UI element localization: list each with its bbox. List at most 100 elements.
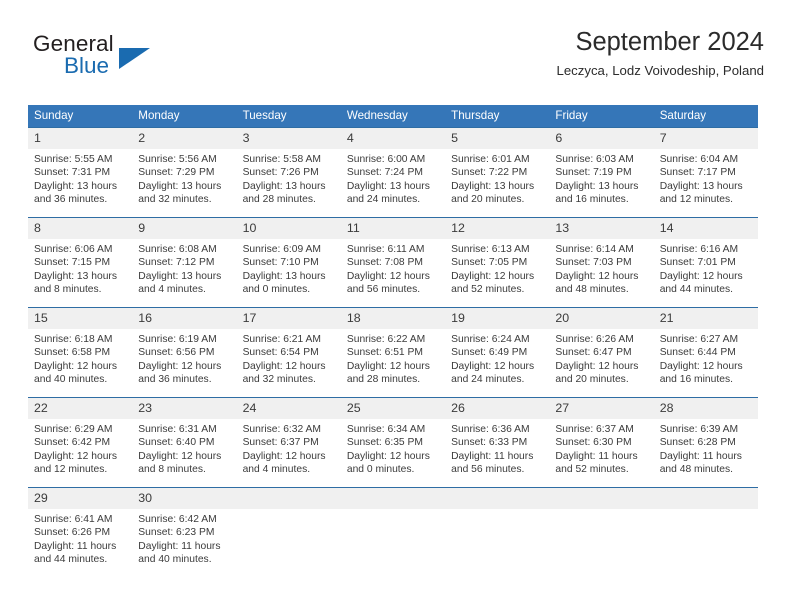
daylight-text-line2: and 4 minutes. [242, 464, 311, 476]
calendar-day-cell[interactable]: 7 Sunrise: 6:04 AM Sunset: 7:17 PM Daylight… [653, 126, 758, 217]
page-title: September 2024 [575, 28, 764, 56]
sunset-text: Sunset: 6:58 PM [34, 347, 111, 359]
calendar-day-cell[interactable]: 6 Sunrise: 6:03 AM Sunset: 7:19 PM Daylight… [549, 126, 654, 217]
calendar-day-cell[interactable]: 20 Sunrise: 6:26 AM Sunset: 6:47 PM Dayligh… [549, 306, 654, 397]
calendar-day-cell[interactable]: 5 Sunrise: 6:01 AM Sunset: 7:22 PM Daylight… [445, 126, 550, 217]
calendar-day-cell[interactable]: 21 Sunrise: 6:27 AM Sunset: 6:44 PM Dayligh… [653, 306, 758, 397]
daylight-text-line2: and 12 minutes. [34, 464, 108, 476]
daylight-text-line1: Daylight: 13 hours [555, 180, 639, 192]
sunset-text: Sunset: 7:10 PM [242, 257, 319, 269]
calendar-day-number: 21 [653, 307, 758, 329]
daylight-text-line1: Daylight: 13 hours [242, 180, 326, 192]
calendar-day-number: 18 [340, 307, 446, 329]
sun-times-calendar: Sunday Monday Tuesday Wednesday Thursday… [28, 105, 758, 577]
calendar-day-cell[interactable]: 25 Sunrise: 6:34 AM Sunset: 6:35 PM Dayligh… [340, 396, 446, 487]
day-sun-info: Sunrise: 6:08 AM Sunset: 7:12 PM Daylight:… [132, 239, 236, 297]
daylight-text-line2: and 44 minutes. [659, 284, 733, 296]
calendar-day-cell[interactable]: 10 Sunrise: 6:09 AM Sunset: 7:10 PM Dayligh… [236, 216, 341, 307]
daylight-text-line1: Daylight: 13 hours [346, 180, 430, 192]
calendar-day-number: 9 [132, 217, 237, 239]
day-sun-info: Sunrise: 6:11 AM Sunset: 7:08 PM Daylight:… [341, 239, 445, 297]
sunset-text: Sunset: 6:26 PM [34, 527, 111, 539]
calendar-day-cell[interactable]: 9 Sunrise: 6:08 AM Sunset: 7:12 PM Daylight… [132, 216, 237, 307]
daylight-text-line2: and 44 minutes. [34, 554, 108, 566]
sunset-text: Sunset: 6:40 PM [138, 437, 215, 449]
daylight-text-line1: Daylight: 12 hours [346, 270, 430, 282]
calendar-day-cell[interactable]: 29 Sunrise: 6:41 AM Sunset: 6:26 PM Dayligh… [28, 486, 133, 577]
calendar-day-number: 22 [28, 397, 133, 419]
calendar-day-cell[interactable]: 15 Sunrise: 6:18 AM Sunset: 6:58 PM Dayligh… [28, 306, 133, 397]
day-sun-info: Sunrise: 6:06 AM Sunset: 7:15 PM Daylight:… [28, 239, 132, 297]
calendar-week-row: 1 Sunrise: 5:55 AM Sunset: 7:31 PM Daylight… [28, 126, 758, 217]
page-header: General Blue September 2024 Leczyca, Lod… [28, 26, 764, 96]
day-sun-info: Sunrise: 6:04 AM Sunset: 7:17 PM Daylight:… [654, 149, 758, 207]
daylight-text-line1: Daylight: 12 hours [346, 360, 430, 372]
sunrise-text: Sunrise: 6:24 AM [451, 333, 530, 345]
calendar-day-cell[interactable]: 19 Sunrise: 6:24 AM Sunset: 6:49 PM Dayligh… [445, 306, 550, 397]
calendar-day-number: 16 [132, 307, 237, 329]
daylight-text-line2: and 40 minutes. [138, 554, 212, 566]
day-sun-info: Sunrise: 6:13 AM Sunset: 7:05 PM Daylight:… [445, 239, 549, 297]
daylight-text-line1: Daylight: 12 hours [34, 450, 117, 462]
calendar-day-cell[interactable]: 26 Sunrise: 6:36 AM Sunset: 6:33 PM Dayligh… [445, 396, 550, 487]
calendar-day-cell[interactable]: 30 Sunrise: 6:42 AM Sunset: 6:23 PM Dayligh… [132, 486, 237, 577]
calendar-day-cell[interactable]: 27 Sunrise: 6:37 AM Sunset: 6:30 PM Dayligh… [549, 396, 654, 487]
calendar-day-cell[interactable]: 23 Sunrise: 6:31 AM Sunset: 6:40 PM Dayligh… [132, 396, 237, 487]
sunrise-text: Sunrise: 6:34 AM [346, 423, 426, 435]
daylight-text-line2: and 36 minutes. [34, 194, 108, 206]
calendar-day-cell[interactable]: 11 Sunrise: 6:11 AM Sunset: 7:08 PM Dayligh… [340, 216, 446, 307]
calendar-day-cell[interactable]: 24 Sunrise: 6:32 AM Sunset: 6:37 PM Dayligh… [236, 396, 341, 487]
calendar-day-cell[interactable]: 13 Sunrise: 6:14 AM Sunset: 7:03 PM Dayligh… [549, 216, 654, 307]
calendar-week-row: 15 Sunrise: 6:18 AM Sunset: 6:58 PM Dayligh… [28, 306, 758, 397]
calendar-day-number: 5 [445, 127, 550, 149]
brand-logo[interactable]: General Blue [33, 31, 233, 89]
calendar-day-cell[interactable]: 1 Sunrise: 5:55 AM Sunset: 7:31 PM Daylight… [28, 126, 133, 217]
calendar-day-cell[interactable]: 3 Sunrise: 5:58 AM Sunset: 7:26 PM Daylight… [236, 126, 341, 217]
day-sun-info: Sunrise: 6:01 AM Sunset: 7:22 PM Daylight:… [445, 149, 549, 207]
daylight-text-line2: and 8 minutes. [138, 464, 206, 476]
sunset-text: Sunset: 7:05 PM [451, 257, 528, 269]
calendar-day-number: 24 [236, 397, 341, 419]
sunset-text: Sunset: 7:17 PM [659, 167, 736, 179]
calendar-day-cell[interactable]: 17 Sunrise: 6:21 AM Sunset: 6:54 PM Dayligh… [236, 306, 341, 397]
calendar-day-cell[interactable]: 28 Sunrise: 6:39 AM Sunset: 6:28 PM Dayligh… [653, 396, 758, 487]
sunset-text: Sunset: 7:03 PM [555, 257, 632, 269]
calendar-day-cell[interactable]: 22 Sunrise: 6:29 AM Sunset: 6:42 PM Dayligh… [28, 396, 133, 487]
calendar-day-number [445, 487, 550, 509]
calendar-day-number: 11 [340, 217, 446, 239]
calendar-day-number: 23 [132, 397, 237, 419]
calendar-day-number [653, 487, 758, 509]
sunrise-text: Sunrise: 6:36 AM [451, 423, 530, 435]
daylight-text-line1: Daylight: 12 hours [346, 450, 430, 462]
daylight-text-line1: Daylight: 13 hours [242, 270, 326, 282]
day-sun-info: Sunrise: 6:24 AM Sunset: 6:49 PM Daylight:… [445, 329, 549, 387]
sunrise-text: Sunrise: 6:31 AM [138, 423, 217, 435]
weekday-header-monday: Monday [132, 105, 237, 127]
calendar-day-cell[interactable]: 14 Sunrise: 6:16 AM Sunset: 7:01 PM Dayligh… [653, 216, 758, 307]
calendar-day-cell[interactable]: 2 Sunrise: 5:56 AM Sunset: 7:29 PM Daylight… [132, 126, 237, 217]
daylight-text-line2: and 32 minutes. [138, 194, 212, 206]
daylight-text-line2: and 52 minutes. [555, 464, 629, 476]
day-sun-info: Sunrise: 6:29 AM Sunset: 6:42 PM Daylight:… [28, 419, 132, 477]
sunrise-text: Sunrise: 6:13 AM [451, 243, 530, 255]
day-sun-info: Sunrise: 5:55 AM Sunset: 7:31 PM Daylight:… [28, 149, 132, 207]
calendar-day-cell-empty [236, 486, 341, 577]
calendar-day-number: 30 [132, 487, 237, 509]
weekday-header-wednesday: Wednesday [340, 105, 446, 127]
calendar-day-cell[interactable]: 16 Sunrise: 6:19 AM Sunset: 6:56 PM Dayligh… [132, 306, 237, 397]
sunrise-text: Sunrise: 6:22 AM [346, 333, 426, 345]
sunset-text: Sunset: 6:47 PM [555, 347, 632, 359]
calendar-day-cell[interactable]: 18 Sunrise: 6:22 AM Sunset: 6:51 PM Dayligh… [340, 306, 446, 397]
calendar-day-cell[interactable]: 12 Sunrise: 6:13 AM Sunset: 7:05 PM Dayligh… [445, 216, 550, 307]
day-sun-info: Sunrise: 6:34 AM Sunset: 6:35 PM Daylight:… [341, 419, 445, 477]
calendar-day-cell[interactable]: 4 Sunrise: 6:00 AM Sunset: 7:24 PM Daylight… [340, 126, 446, 217]
sunrise-text: Sunrise: 6:32 AM [242, 423, 321, 435]
daylight-text-line2: and 20 minutes. [451, 194, 525, 206]
calendar-day-number: 27 [549, 397, 654, 419]
sunrise-text: Sunrise: 6:00 AM [346, 153, 426, 165]
day-sun-info: Sunrise: 6:39 AM Sunset: 6:28 PM Daylight:… [654, 419, 758, 477]
day-sun-info: Sunrise: 6:26 AM Sunset: 6:47 PM Daylight:… [549, 329, 653, 387]
day-sun-info: Sunrise: 6:32 AM Sunset: 6:37 PM Daylight:… [237, 419, 341, 477]
calendar-day-cell[interactable]: 8 Sunrise: 6:06 AM Sunset: 7:15 PM Daylight… [28, 216, 133, 307]
calendar-day-number [340, 487, 446, 509]
